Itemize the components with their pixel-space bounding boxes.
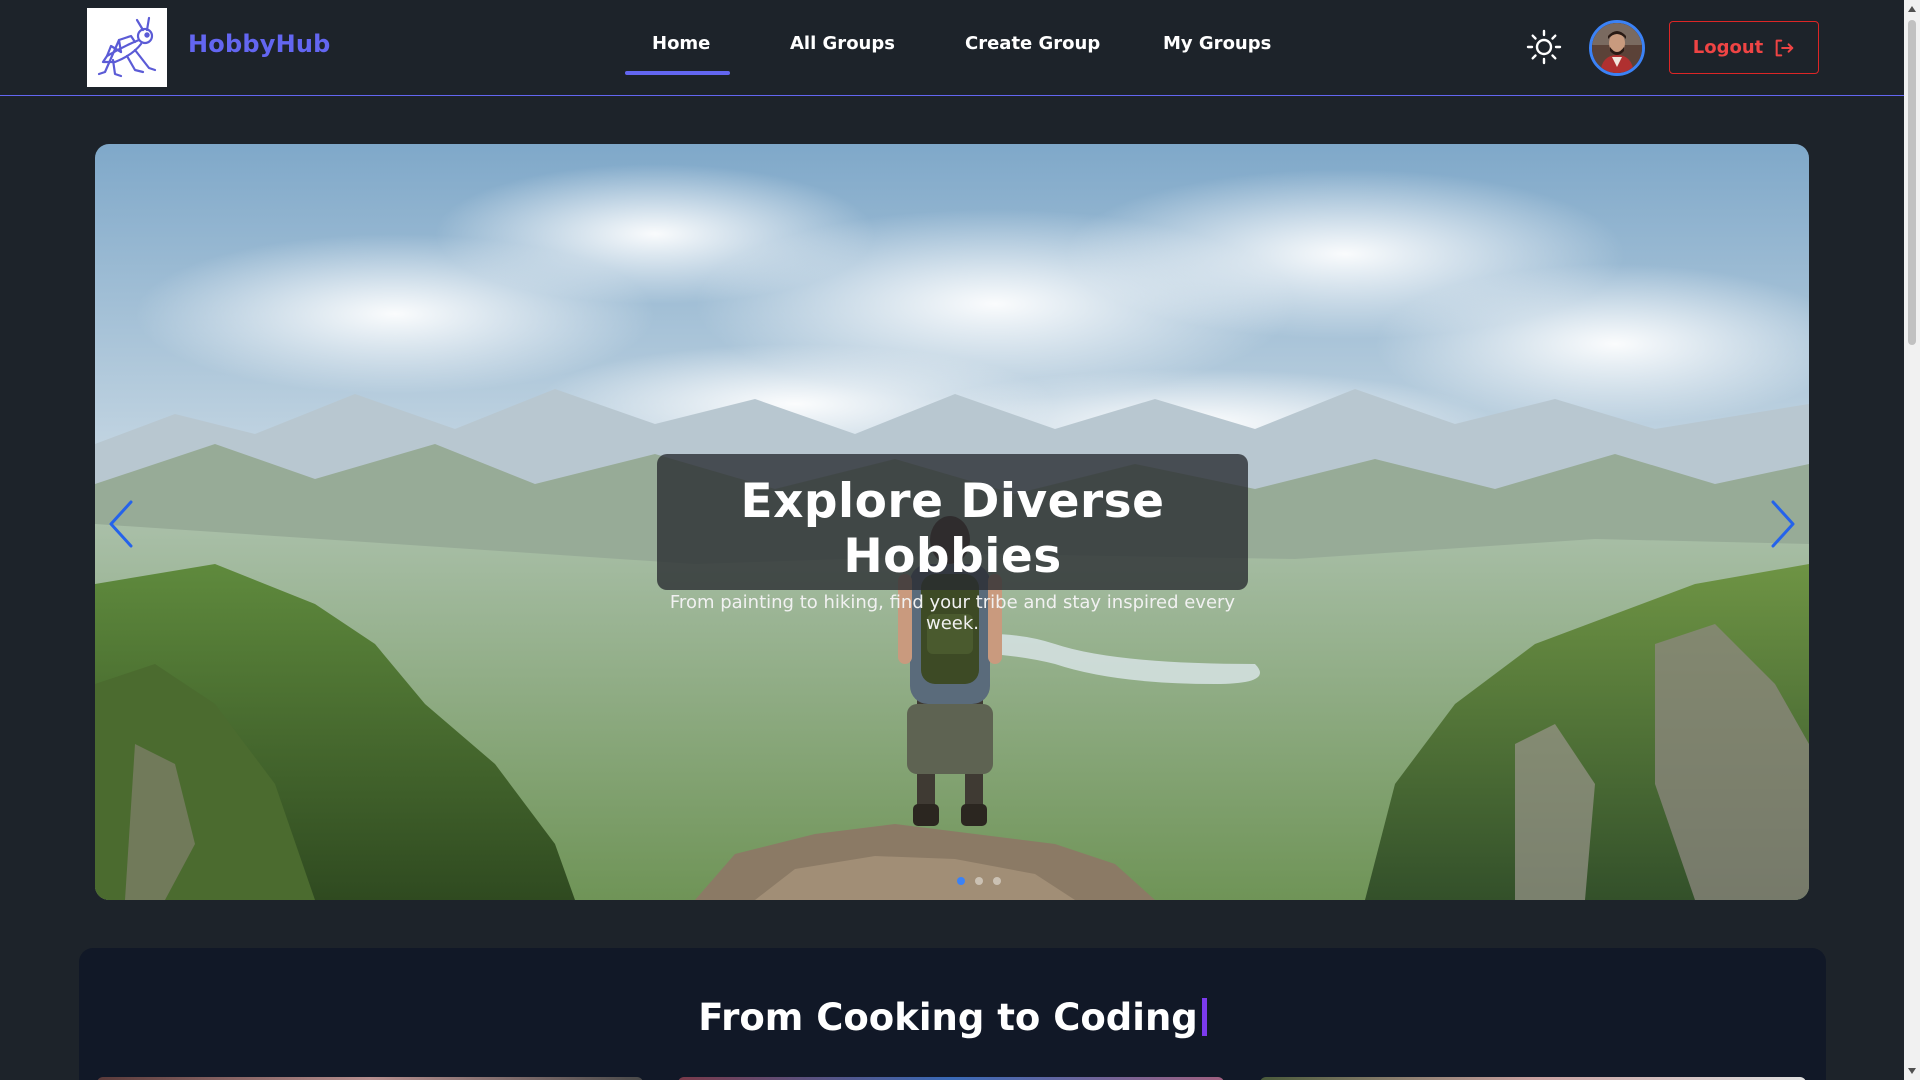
hero-subtitle: From painting to hiking, find your tribe…	[669, 592, 1236, 634]
theme-toggle-button[interactable]	[1525, 28, 1563, 66]
slider-dot-2[interactable]	[975, 877, 983, 885]
slider-pagination	[957, 877, 1001, 885]
nav-my-groups[interactable]: My Groups	[1163, 33, 1271, 54]
chevron-right-icon	[1771, 500, 1795, 548]
active-nav-indicator	[625, 71, 730, 75]
page-scrollbar[interactable]	[1904, 0, 1920, 1080]
scroll-down-arrow[interactable]	[1908, 1068, 1916, 1074]
nav-create-group[interactable]: Create Group	[965, 33, 1100, 54]
logout-icon	[1775, 39, 1794, 56]
slider-dot-1[interactable]	[957, 877, 965, 885]
scroll-thumb[interactable]	[1908, 20, 1916, 345]
slider-prev-button[interactable]	[101, 496, 141, 552]
user-photo	[1592, 23, 1642, 73]
user-avatar[interactable]	[1589, 20, 1645, 76]
hero-title: Explore Diverse Hobbies	[740, 474, 1165, 584]
nav-all-groups[interactable]: All Groups	[790, 33, 895, 54]
logout-label: Logout	[1692, 37, 1764, 58]
section-title: From Cooking to Coding	[79, 996, 1826, 1039]
hobby-categories-section: From Cooking to Coding	[79, 948, 1826, 1080]
hero-caption: Explore Diverse Hobbies From painting to…	[657, 454, 1248, 634]
slider-dot-3[interactable]	[993, 877, 1001, 885]
typing-cursor	[1201, 998, 1207, 1036]
brand-name[interactable]: HobbyHub	[188, 30, 331, 58]
section-title-text: From Cooking to Coding	[698, 996, 1198, 1039]
brand-logo[interactable]	[87, 8, 167, 87]
navbar: HobbyHub Home All Groups Create Group My…	[0, 0, 1904, 96]
scroll-up-arrow[interactable]	[1908, 6, 1916, 12]
slider-next-button[interactable]	[1763, 496, 1803, 552]
logout-button[interactable]: Logout	[1669, 21, 1819, 74]
nav-home[interactable]: Home	[652, 33, 710, 54]
grasshopper-logo-icon	[97, 16, 157, 77]
sun-icon	[1526, 29, 1562, 65]
hero-slider: Explore Diverse Hobbies From painting to…	[95, 144, 1809, 900]
chevron-left-icon	[109, 500, 133, 548]
